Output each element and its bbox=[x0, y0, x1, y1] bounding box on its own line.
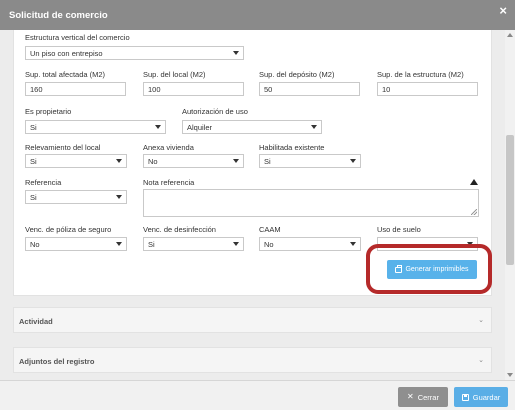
chevron-down-icon bbox=[311, 125, 317, 129]
chevron-down-icon: ⌄ bbox=[478, 357, 484, 364]
modal-footer: ✕ Cerrar Guardar bbox=[0, 380, 515, 410]
es-propietario-select[interactable]: Si bbox=[25, 120, 166, 134]
chevron-down-icon bbox=[233, 159, 239, 163]
chevron-down-icon bbox=[116, 159, 122, 163]
nota-referencia-textarea[interactable] bbox=[143, 189, 479, 217]
section-adjuntos-title: Adjuntos del registro bbox=[19, 357, 95, 366]
anexa-vivienda-select[interactable]: No bbox=[143, 154, 244, 168]
sup-total-label: Sup. total afectada (M2) bbox=[25, 70, 106, 79]
estructura-vertical-value: Un piso con entrepiso bbox=[30, 49, 103, 58]
es-propietario-label: Es propietario bbox=[25, 107, 72, 116]
sup-local-label: Sup. del local (M2) bbox=[143, 70, 206, 79]
caam-label: CAAM bbox=[259, 225, 281, 234]
venc-desinfeccion-select[interactable]: Si bbox=[143, 237, 244, 251]
guardar-label: Guardar bbox=[472, 392, 501, 402]
section-actividad[interactable]: Actividad ⌄ bbox=[13, 307, 492, 333]
estructura-vertical-select[interactable]: Un piso con entrepiso bbox=[25, 46, 244, 60]
nota-referencia-label: Nota referencia bbox=[143, 178, 195, 187]
chevron-down-icon bbox=[116, 195, 122, 199]
resize-handle-icon[interactable] bbox=[471, 209, 477, 215]
highlight-annotation bbox=[366, 244, 492, 294]
habilitada-existente-value: Si bbox=[264, 157, 271, 166]
caam-select[interactable]: No bbox=[259, 237, 361, 251]
section-adjuntos[interactable]: Adjuntos del registro ⌄ bbox=[13, 347, 492, 373]
scroll-up-icon[interactable] bbox=[507, 33, 513, 37]
relevamiento-local-label: Relevamiento del local bbox=[25, 143, 101, 152]
close-icon[interactable]: × bbox=[499, 4, 507, 17]
modal-header: Solicitud de comercio × bbox=[0, 0, 515, 30]
autorizacion-uso-value: Alquiler bbox=[187, 123, 213, 132]
guardar-button[interactable]: Guardar bbox=[454, 387, 508, 407]
relevamiento-local-value: Si bbox=[30, 157, 37, 166]
referencia-value: Si bbox=[30, 193, 37, 202]
sup-deposito-input[interactable]: 50 bbox=[259, 82, 360, 96]
sup-total-input[interactable]: 160 bbox=[25, 82, 126, 96]
cerrar-label: Cerrar bbox=[417, 392, 439, 402]
scroll-down-icon[interactable] bbox=[507, 373, 513, 377]
sup-estructura-input[interactable]: 10 bbox=[377, 82, 478, 96]
referencia-label: Referencia bbox=[25, 178, 62, 187]
chevron-down-icon bbox=[233, 242, 239, 246]
referencia-select[interactable]: Si bbox=[25, 190, 127, 204]
es-propietario-value: Si bbox=[30, 123, 37, 132]
cerrar-button[interactable]: ✕ Cerrar bbox=[398, 387, 448, 407]
save-icon bbox=[461, 393, 469, 401]
sup-deposito-label: Sup. del depósito (M2) bbox=[259, 70, 335, 79]
caret-up-icon[interactable] bbox=[470, 179, 478, 185]
modal-title: Solicitud de comercio bbox=[9, 10, 108, 21]
sup-estructura-label: Sup. de la estructura (M2) bbox=[377, 70, 464, 79]
chevron-down-icon bbox=[350, 242, 356, 246]
chevron-down-icon bbox=[116, 242, 122, 246]
anexa-vivienda-label: Anexa vivienda bbox=[143, 143, 194, 152]
scrollbar-thumb[interactable] bbox=[506, 135, 514, 265]
habilitada-existente-label: Habilitada existente bbox=[259, 143, 325, 152]
modal-body: Estructura vertical del comercio Un piso… bbox=[0, 30, 505, 380]
chevron-down-icon bbox=[233, 51, 239, 55]
scrollbar[interactable] bbox=[505, 30, 515, 380]
relevamiento-local-select[interactable]: Si bbox=[25, 154, 127, 168]
autorizacion-uso-select[interactable]: Alquiler bbox=[182, 120, 322, 134]
caam-value: No bbox=[264, 240, 274, 249]
chevron-down-icon bbox=[155, 125, 161, 129]
section-actividad-title: Actividad bbox=[19, 317, 53, 326]
estructura-vertical-label: Estructura vertical del comercio bbox=[25, 33, 130, 42]
autorizacion-uso-label: Autorización de uso bbox=[182, 107, 248, 116]
venc-desinfeccion-label: Venc. de desinfección bbox=[143, 225, 216, 234]
venc-poliza-label: Venc. de póliza de seguro bbox=[25, 225, 112, 234]
sup-local-input[interactable]: 100 bbox=[143, 82, 244, 96]
venc-poliza-value: No bbox=[30, 240, 40, 249]
venc-poliza-select[interactable]: No bbox=[25, 237, 127, 251]
habilitada-existente-select[interactable]: Si bbox=[259, 154, 361, 168]
venc-desinfeccion-value: Si bbox=[148, 240, 155, 249]
chevron-down-icon bbox=[350, 159, 356, 163]
anexa-vivienda-value: No bbox=[148, 157, 158, 166]
uso-suelo-label: Uso de suelo bbox=[377, 225, 421, 234]
close-icon: ✕ bbox=[407, 392, 414, 401]
chevron-down-icon: ⌄ bbox=[478, 317, 484, 324]
